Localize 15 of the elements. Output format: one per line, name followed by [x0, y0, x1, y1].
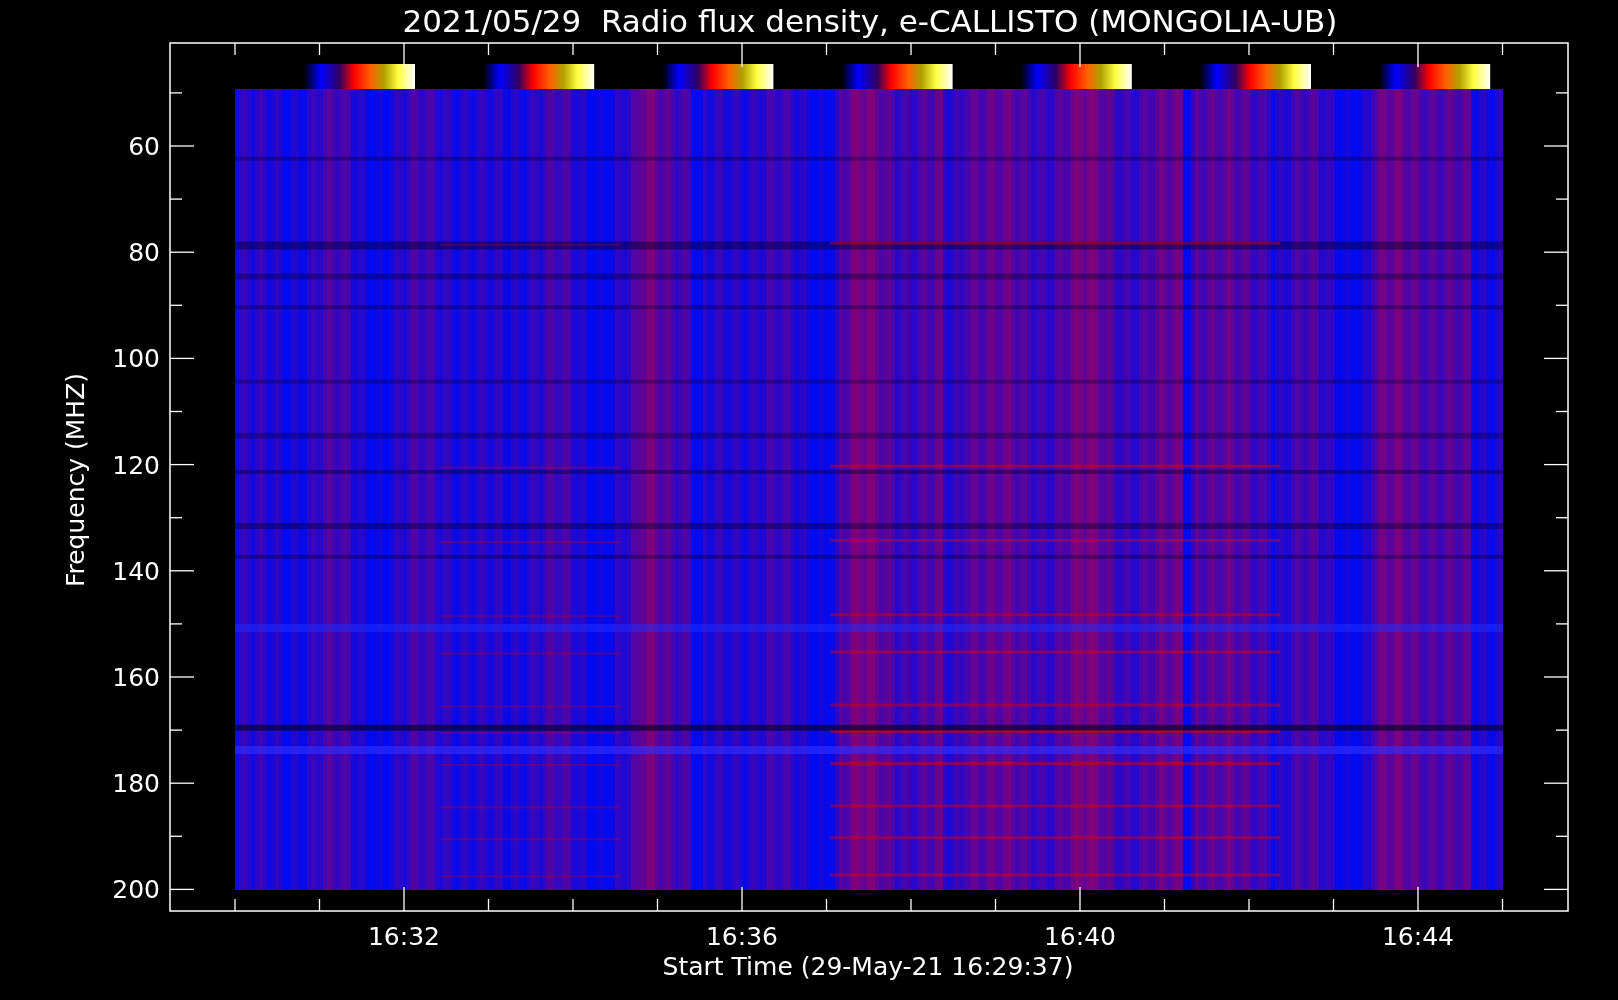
y-tick-label: 60 — [128, 132, 160, 161]
plot-title: 2021/05/29 Radio flux density, e-CALLISTO (MONGOLIA-UB) — [402, 3, 1338, 39]
y-tick-label: 80 — [128, 238, 160, 268]
y-tick-label: 160 — [112, 663, 160, 692]
x-tick-label: 16:36 — [706, 922, 778, 951]
x-tick-label: 16:44 — [1382, 922, 1454, 951]
x-tick-label: 16:32 — [368, 922, 440, 951]
y-tick-label: 100 — [112, 344, 160, 374]
x-axis-label: Start Time (29-May-21 16:29:37) — [662, 952, 1074, 981]
y-tick-label: 200 — [112, 875, 160, 905]
y-tick-label: 180 — [112, 769, 160, 799]
y-axis-label: Frequency (MHZ) — [61, 372, 90, 588]
y-tick-label: 140 — [112, 556, 160, 586]
x-tick-label: 16:40 — [1044, 922, 1116, 951]
y-tick-label: 120 — [112, 450, 160, 480]
